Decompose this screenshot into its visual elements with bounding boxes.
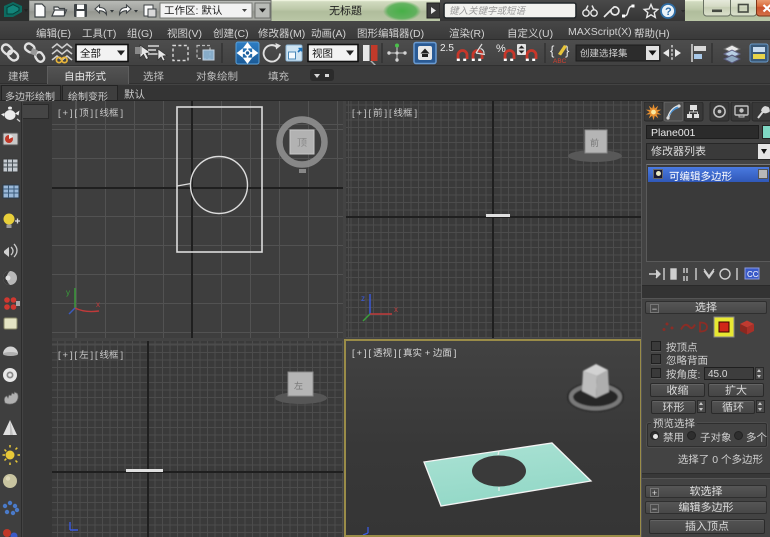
svg-text:无标题: 无标题 — [329, 5, 362, 18]
svg-text:视图: 视图 — [312, 48, 333, 60]
svg-text:左: 左 — [294, 381, 303, 391]
svg-text:z: z — [361, 294, 365, 303]
svg-text:y: y — [66, 288, 70, 297]
svg-text:x: x — [96, 300, 100, 309]
svg-text:CC: CC — [747, 270, 759, 279]
svg-text:}: } — [565, 43, 570, 58]
svg-text:x: x — [394, 305, 398, 314]
svg-text:ABC: ABC — [553, 58, 567, 65]
svg-text:?: ? — [665, 6, 672, 18]
svg-text:{: { — [550, 43, 555, 58]
svg-text:2.5: 2.5 — [440, 43, 454, 54]
svg-text:全部: 全部 — [80, 48, 101, 60]
svg-text:键入关键字或短语: 键入关键字或短语 — [449, 5, 527, 17]
svg-text:顶: 顶 — [297, 138, 307, 149]
svg-text:前: 前 — [590, 138, 599, 148]
svg-text:创建选择集: 创建选择集 — [580, 49, 628, 60]
svg-text:工作区: 默认: 工作区: 默认 — [164, 5, 223, 17]
